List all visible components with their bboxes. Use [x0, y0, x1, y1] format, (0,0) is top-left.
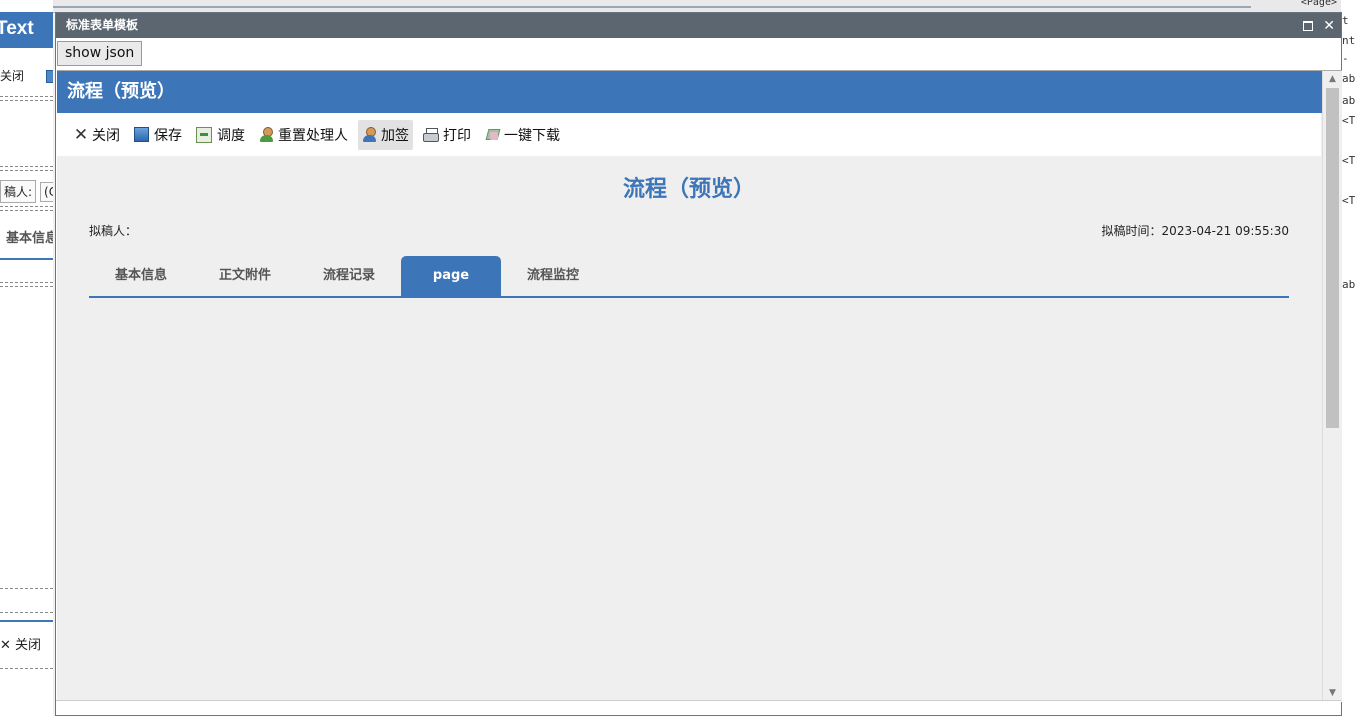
download-all-button[interactable]: 一键下载: [481, 120, 564, 150]
print-button-label: 打印: [443, 127, 471, 144]
dialog-window: 标准表单模板 ✕ show json 流程（预览） ✕ 关闭 保存 调度 重置处…: [55, 12, 1342, 716]
designer-drafter-label: 稿人:: [0, 180, 37, 203]
user-icon: [259, 127, 274, 142]
code-fragment: -: [1342, 52, 1349, 65]
code-fragment: t: [1342, 14, 1349, 27]
designer-close-label: 关闭: [0, 69, 25, 83]
divider: [0, 282, 53, 283]
save-icon: [134, 127, 149, 142]
designer-right-code: t nt - ab ab <T <T <T ab: [1341, 0, 1355, 716]
dispatch-button[interactable]: 调度: [192, 120, 249, 150]
close-button-label: 关闭: [92, 127, 120, 144]
save-button[interactable]: 保存: [130, 120, 186, 150]
printer-icon: [423, 128, 439, 142]
tab-basic-info[interactable]: 基本信息: [89, 256, 193, 296]
reset-handler-button[interactable]: 重置处理人: [255, 120, 352, 150]
draft-time-value: 2023-04-21 09:55:30: [1161, 224, 1289, 238]
tab-attachments[interactable]: 正文附件: [193, 256, 297, 296]
close-button[interactable]: ✕ 关闭: [69, 120, 124, 150]
add-signer-button-label: 加签: [381, 127, 409, 144]
dialog-bottom-strip: [56, 700, 1341, 715]
code-fragment: ab: [1342, 278, 1355, 291]
download-icon: [485, 128, 500, 141]
tab-process-monitor[interactable]: 流程监控: [501, 256, 605, 296]
form-preview-page: 流程（预览） ✕ 关闭 保存 调度 重置处理人 加签 打印 一键下载 流程（预览…: [57, 70, 1342, 702]
save-button-label: 保存: [154, 127, 182, 144]
form-title: 流程（预览）: [622, 177, 755, 202]
download-all-button-label: 一键下载: [504, 127, 560, 144]
close-icon: ✕: [73, 124, 89, 145]
designer-close-bar: ✕ 关闭: [0, 620, 53, 670]
code-fragment: <T: [1342, 114, 1355, 127]
add-signer-icon: [362, 127, 377, 142]
reset-handler-button-label: 重置处理人: [278, 127, 348, 144]
form-toolbar: ✕ 关闭 保存 调度 重置处理人 加签 打印 一键下载: [57, 113, 1321, 156]
divider: [0, 170, 53, 171]
designer-ruler-line: [53, 6, 1251, 8]
maximize-icon[interactable]: [1303, 20, 1314, 31]
divider: [0, 166, 53, 167]
code-fragment: <T: [1342, 154, 1355, 167]
show-json-button[interactable]: show json: [57, 41, 143, 66]
code-fragment: <T: [1342, 194, 1355, 207]
divider: [0, 206, 53, 207]
code-fragment: nt: [1342, 34, 1355, 47]
designer-drafter-value: (C: [40, 182, 53, 202]
add-signer-button[interactable]: 加签: [358, 119, 413, 150]
code-fragment: ab: [1342, 72, 1355, 85]
scroll-up-icon[interactable]: ▲: [1323, 71, 1342, 88]
drafter-field: 拟稿人：: [89, 222, 137, 239]
designer-drafter-row: 稿人: (C: [0, 180, 53, 203]
save-icon: [46, 70, 53, 83]
tab-page[interactable]: page: [401, 256, 501, 296]
dialog-title-bar[interactable]: 标准表单模板 ✕: [56, 13, 1341, 38]
divider: [0, 100, 53, 101]
divider: [0, 668, 53, 669]
draft-time-label: 拟稿时间：: [1101, 224, 1162, 238]
designer-toolbar: 关闭: [0, 66, 53, 86]
print-button[interactable]: 打印: [419, 120, 475, 150]
code-fragment: ab: [1342, 94, 1355, 107]
designer-close-label: 关闭: [15, 638, 42, 653]
form-tabs: 基本信息 正文附件 流程记录 page 流程监控: [89, 256, 1289, 298]
divider: [0, 612, 53, 613]
designer-tab-basic: 基本信息: [0, 222, 53, 260]
divider: [0, 588, 53, 589]
page-tag: <Page>: [1300, 0, 1337, 8]
close-icon[interactable]: ✕: [1323, 19, 1335, 33]
window-controls: ✕: [1303, 13, 1335, 38]
draft-time-field: 拟稿时间：2023-04-21 09:55:30: [1102, 222, 1289, 239]
page-header: 流程（预览）: [57, 71, 1331, 113]
designer-header-text: Text: [0, 12, 53, 48]
divider: [0, 96, 53, 97]
vertical-scrollbar[interactable]: ▲ ▼: [1322, 71, 1342, 702]
designer-left-canvas: Text 关闭 稿人: (C 基本信息 ✕ 关闭: [0, 0, 53, 716]
scrollbar-thumb[interactable]: [1326, 88, 1339, 428]
dispatch-icon: [196, 126, 212, 143]
close-icon: ✕: [0, 638, 11, 653]
dispatch-button-label: 调度: [217, 127, 245, 144]
divider: [0, 286, 53, 287]
tab-process-records[interactable]: 流程记录: [297, 256, 401, 296]
dialog-title: 标准表单模板: [66, 18, 139, 32]
divider: [0, 210, 53, 211]
drafter-label: 拟稿人：: [89, 224, 138, 238]
